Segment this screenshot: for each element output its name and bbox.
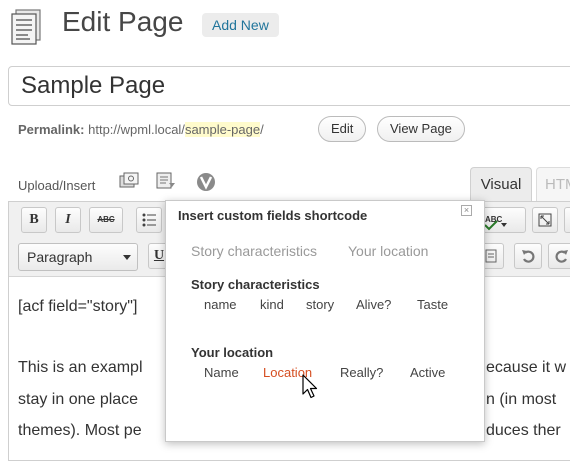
field-story[interactable]: story (306, 297, 334, 312)
fullscreen-icon (538, 213, 552, 227)
tab-visual[interactable]: Visual (470, 167, 532, 203)
add-media-icon[interactable] (119, 172, 141, 190)
group-title-story-characteristics: Story characteristics (191, 277, 320, 292)
field-location-name[interactable]: Name (204, 365, 239, 380)
bold-button[interactable]: B (21, 207, 47, 233)
field-taste[interactable]: Taste (417, 297, 448, 312)
add-new-button[interactable]: Add New (202, 13, 279, 37)
permalink-base: http://wpml.local/ (88, 122, 185, 137)
v-logo-icon[interactable] (196, 172, 218, 191)
content-line-3-right: n (in most (486, 391, 557, 408)
page-icon (8, 8, 44, 46)
undo-button[interactable] (514, 243, 542, 269)
popup-tab-story-characteristics[interactable]: Story characteristics (191, 243, 317, 259)
popup-title: Insert custom fields shortcode (178, 208, 368, 223)
edit-permalink-button[interactable]: Edit (318, 116, 367, 142)
upload-insert-label: Upload/Insert (18, 178, 96, 193)
content-line-4-left: themes). Most pe (18, 422, 142, 439)
view-page-button[interactable]: View Page (377, 116, 465, 142)
permalink: Permalink: http://wpml.local/sample-page… (18, 122, 264, 137)
content-line-3-left: stay in one place (18, 391, 139, 408)
spellcheck-icon (484, 220, 507, 231)
toolbar-button-more[interactable] (564, 207, 570, 233)
redo-icon (555, 250, 568, 263)
redo-button[interactable] (548, 243, 570, 269)
paste-text-icon (485, 249, 497, 263)
bullet-list-button[interactable] (136, 207, 162, 233)
popup-tab-your-location[interactable]: Your location (348, 243, 428, 259)
bullet-list-icon (142, 213, 156, 227)
close-icon[interactable]: × (461, 205, 472, 216)
spellcheck-button[interactable]: ABC (482, 207, 526, 233)
permalink-slug[interactable]: sample-page (184, 122, 261, 137)
insert-shortcode-icon[interactable] (155, 172, 177, 190)
post-title-input[interactable] (8, 66, 570, 106)
content-line-2-left: This is an exampl (18, 359, 143, 376)
group-title-your-location: Your location (191, 345, 274, 360)
field-alive[interactable]: Alive? (356, 297, 391, 312)
tab-html[interactable]: HTML (536, 167, 570, 203)
undo-icon (522, 250, 535, 263)
strikethrough-button[interactable]: ABC (89, 207, 123, 233)
field-active[interactable]: Active (410, 365, 445, 380)
field-kind[interactable]: kind (260, 297, 284, 312)
permalink-trail: / (260, 122, 264, 137)
field-really[interactable]: Really? (340, 365, 383, 380)
format-select-value: Paragraph (27, 249, 93, 265)
content-line-shortcode: [acf field="story"] (18, 298, 138, 315)
fullscreen-button[interactable] (532, 207, 558, 233)
field-name[interactable]: name (204, 297, 237, 312)
page-title: Edit Page (62, 6, 184, 37)
italic-button[interactable]: I (55, 207, 81, 233)
content-line-4-right: duces ther (486, 422, 561, 439)
shortcode-popup (165, 200, 485, 442)
content-line-2-right: ecause it w (486, 359, 567, 376)
permalink-label: Permalink: (18, 122, 85, 137)
mouse-pointer-icon (302, 374, 320, 405)
format-select[interactable]: Paragraph (18, 243, 138, 271)
chevron-down-icon (123, 255, 131, 260)
